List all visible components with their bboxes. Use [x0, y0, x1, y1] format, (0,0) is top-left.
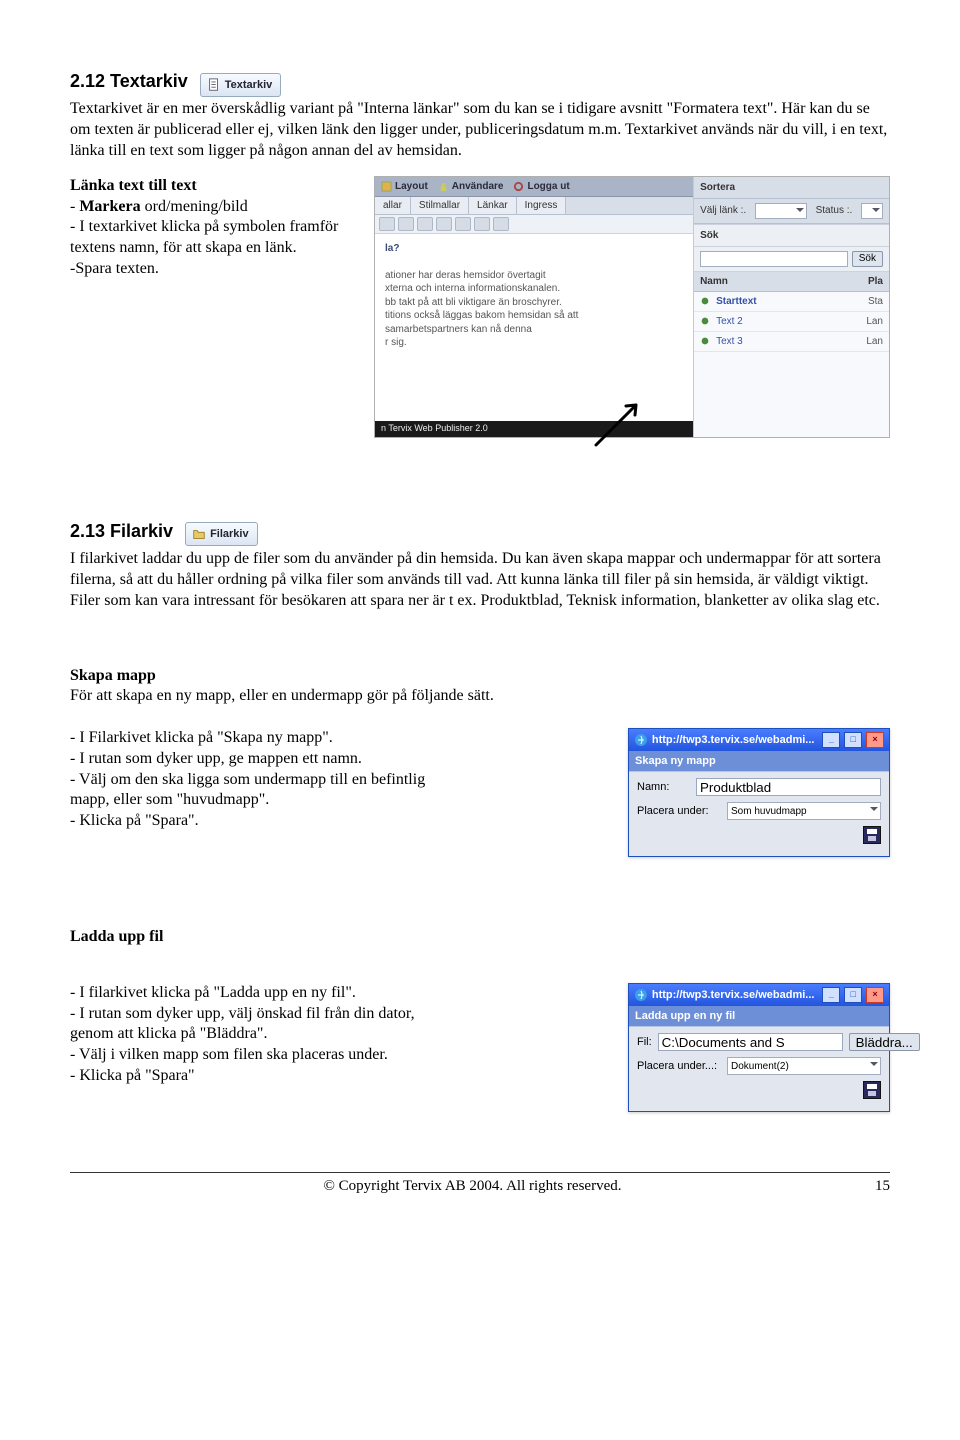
win-titlebar-2[interactable]: http://twp3.tervix.se/webadmi... _ □ ×: [629, 984, 889, 1006]
heading-textarkiv: 2.12 Textarkiv: [70, 70, 188, 93]
ie-icon: [634, 733, 648, 747]
ladda-step-2: - I rutan som dyker upp, välj önskad fil…: [70, 1005, 415, 1043]
sortera-label: Sortera: [700, 181, 735, 194]
place-label: Placera under:: [637, 804, 721, 818]
valj-lank-dropdown[interactable]: [755, 203, 807, 219]
list-row-1[interactable]: Starttext Sta: [694, 292, 889, 312]
tab-stilmallar[interactable]: Stilmallar: [411, 197, 469, 214]
maximize-button[interactable]: □: [844, 732, 862, 748]
ladda-step-4: - Klicka på "Spara": [70, 1067, 195, 1084]
fil-input[interactable]: [658, 1033, 843, 1051]
link-icon: [700, 296, 710, 306]
ladda-steps: - I filarkivet klicka på "Ladda upp en n…: [70, 983, 430, 1087]
sok-button[interactable]: Sök: [852, 251, 883, 267]
editor-footer: n Tervix Web Publisher 2.0: [375, 421, 693, 437]
section-textarkiv: 2.12 Textarkiv Textarkiv Textarkivet är …: [70, 70, 890, 450]
editor-toolbar: Layout Användare Logga ut: [375, 177, 693, 197]
tab-lankar[interactable]: Länkar: [469, 197, 517, 214]
logout-tab[interactable]: Logga ut: [513, 180, 569, 193]
dialog-upload: http://twp3.tervix.se/webadmi... _ □ × L…: [628, 983, 890, 1112]
body-question: la?: [385, 242, 683, 256]
badge-textarkiv-label: Textarkiv: [225, 78, 273, 92]
minimize-button[interactable]: _: [822, 987, 840, 1003]
skapa-mapp-p: För att skapa en ny mapp, eller en under…: [70, 687, 494, 704]
textarkiv-steps: Länka text till text - Markera ord/menin…: [70, 176, 360, 280]
link-icon: [700, 316, 710, 326]
link-icon: [700, 336, 710, 346]
badge-textarkiv: Textarkiv: [200, 73, 282, 97]
close-button[interactable]: ×: [866, 987, 884, 1003]
lanka-step-3: -Spara texten.: [70, 260, 159, 277]
minimize-button[interactable]: _: [822, 732, 840, 748]
save-icon-2[interactable]: [863, 1081, 881, 1099]
win-url: http://twp3.tervix.se/webadmi...: [652, 733, 815, 747]
dialog-subtitle: Skapa ny mapp: [629, 751, 889, 772]
users-tab[interactable]: Användare: [438, 180, 504, 193]
fil-label: Fil:: [637, 1035, 652, 1049]
heading-filarkiv: 2.13 Filarkiv: [70, 520, 173, 543]
folder-icon: [192, 527, 206, 541]
layout-tab[interactable]: Layout: [381, 180, 428, 193]
body-text: ationer har deras hemsidor övertagit xte…: [385, 269, 683, 350]
name-label: Namn:: [637, 780, 690, 794]
win-titlebar[interactable]: http://twp3.tervix.se/webadmi... _ □ ×: [629, 729, 889, 751]
dialog-new-folder: http://twp3.tervix.se/webadmi... _ □ × S…: [628, 728, 890, 857]
skapa-step-3: - Välj om den ska ligga som undermapp ti…: [70, 771, 425, 809]
skapa-steps: - I Filarkivet klicka på "Skapa ny mapp"…: [70, 728, 430, 832]
lanka-step-1: - Markera ord/mening/bild: [70, 198, 248, 215]
page-footer: © Copyright Tervix AB 2004. All rights r…: [70, 1172, 890, 1197]
close-button[interactable]: ×: [866, 732, 884, 748]
page-number: 15: [875, 1177, 890, 1197]
ie-icon: [634, 988, 648, 1002]
tab-allar[interactable]: allar: [375, 197, 411, 214]
upload-subtitle: Ladda upp en ny fil: [629, 1006, 889, 1027]
document-icon: [207, 78, 221, 92]
editor-subtabs: allar Stilmallar Länkar Ingress: [375, 197, 693, 215]
skapa-mapp-head: Skapa mapp: [70, 667, 156, 684]
valj-lank-label: Välj länk :.: [700, 204, 746, 217]
skapa-step-2: - I rutan som dyker upp, ge mappen ett n…: [70, 750, 362, 767]
col-namn: Namn: [700, 275, 728, 288]
col-pla: Pla: [868, 275, 883, 288]
maximize-button[interactable]: □: [844, 987, 862, 1003]
badge-filarkiv: Filarkiv: [185, 522, 258, 546]
skapa-step-4: - Klicka på "Spara".: [70, 812, 199, 829]
save-icon[interactable]: [863, 826, 881, 844]
editor-body[interactable]: la? ationer har deras hemsidor övertagit…: [375, 234, 693, 421]
sok-input[interactable]: [700, 251, 848, 267]
browse-button[interactable]: Bläddra...: [849, 1033, 920, 1051]
textarkiv-intro: Textarkivet är en mer överskådlig varian…: [70, 99, 890, 161]
place-label-2: Placera under...:: [637, 1059, 721, 1073]
format-bar: [375, 215, 693, 234]
place-dropdown-2[interactable]: Dokument(2): [727, 1057, 881, 1075]
editor-screenshot: Layout Användare Logga ut allar Stilmall…: [374, 176, 890, 450]
skapa-step-1: - I Filarkivet klicka på "Skapa ny mapp"…: [70, 729, 333, 746]
copyright: © Copyright Tervix AB 2004. All rights r…: [324, 1177, 622, 1197]
section-filarkiv: 2.13 Filarkiv Filarkiv I filarkivet ladd…: [70, 520, 890, 1112]
status-dropdown[interactable]: [861, 203, 883, 219]
lanka-step-2: - I textarkivet klicka på symbolen framf…: [70, 218, 338, 256]
lanka-head: Länka text till text: [70, 177, 197, 194]
badge-filarkiv-label: Filarkiv: [210, 527, 249, 541]
name-input[interactable]: [696, 778, 881, 796]
ladda-head: Ladda upp fil: [70, 927, 890, 948]
sok-label: Sök: [700, 229, 718, 242]
list-row-3[interactable]: Text 3 Lan: [694, 332, 889, 352]
ladda-step-1: - I filarkivet klicka på "Ladda upp en n…: [70, 984, 356, 1001]
place-dropdown[interactable]: Som huvudmapp: [727, 802, 881, 820]
status-label: Status :.: [816, 204, 853, 217]
win-url-2: http://twp3.tervix.se/webadmi...: [652, 988, 815, 1002]
list-row-2[interactable]: Text 2 Lan: [694, 312, 889, 332]
ladda-step-3: - Välj i vilken mapp som filen ska place…: [70, 1046, 388, 1063]
tab-ingress[interactable]: Ingress: [517, 197, 567, 214]
filarkiv-intro: I filarkivet laddar du upp de filer som …: [70, 549, 890, 611]
